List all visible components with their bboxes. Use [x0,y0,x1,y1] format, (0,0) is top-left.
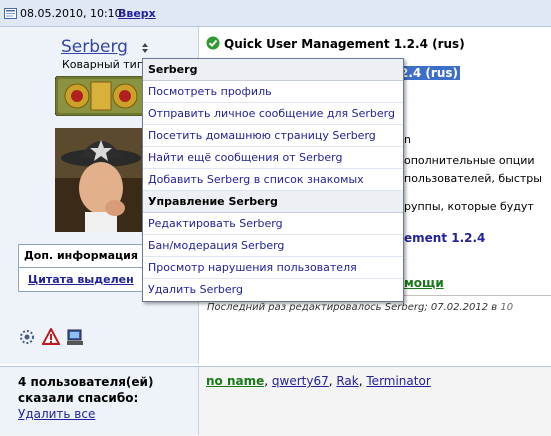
post-body-heading-link[interactable]: ement 1.2.4 [404,231,485,245]
warning-icon[interactable] [42,328,60,346]
menu-title: Serberg [143,59,403,81]
menu-item-send-message[interactable]: Отправить личное сообщение для Serberg [143,103,403,125]
user-dropdown-menu: Serberg Посмотреть профиль Отправить лич… [142,58,404,302]
username-link[interactable]: Serberg [61,37,128,57]
edited-text: Последний раз редактировалось Serberg; 0… [207,302,498,313]
thanks-user-link[interactable]: Terminator [366,374,430,388]
thanks-names: no name, qwerty67, Rak, Terminator [206,374,431,388]
computer-icon[interactable] [66,328,84,346]
thanks-count: 4 пользователя(ей) сказали спасибо: [18,375,154,405]
post-date: 08.05.2010, 10:10 [20,7,122,20]
user-title: Коварный тип [62,58,145,71]
post-icon [4,8,17,19]
dropdown-caret-icon[interactable] [141,42,149,54]
menu-item-edit-user[interactable]: Редактировать Serberg [143,213,403,235]
menu-item-find-posts[interactable]: Найти ещё сообщения от Serberg [143,147,403,169]
avatar-image [55,128,147,232]
thanks-user-link[interactable]: qwerty67 [272,374,329,388]
thanks-user-link[interactable]: Rak [336,374,358,388]
menu-item-add-contact[interactable]: Добавить Serberg в список знакомых [143,169,403,191]
quote-selected-link[interactable]: Цитата выделен [28,273,134,286]
additional-info-label[interactable]: Доп. информация [24,249,138,262]
post-body-line: пользователей, быстры [404,172,542,185]
menu-item-view-infractions[interactable]: Просмотр нарушения пользователя [143,257,403,279]
menu-item-visit-homepage[interactable]: Посетить домашнюю страницу Serberg [143,125,403,147]
post-body-line: ополнительные опции [404,154,535,167]
remove-all-link[interactable]: Удалить все [18,407,95,421]
check-icon [206,36,220,50]
post-body-line: руппы, которые будут [404,200,534,213]
post-body-line: n [404,133,411,146]
thanks-user-link[interactable]: no name [206,374,264,388]
post-title: Quick User Management 1.2.4 (rus) [224,37,465,51]
rank-badge [55,76,147,116]
edited-note: Последний раз редактировалось Serberg; 0… [207,302,513,313]
gear-tool-icon[interactable] [18,328,36,346]
edited-time: 10 [500,302,514,313]
menu-item-ban-user[interactable]: Бан/модерация Serberg [143,235,403,257]
top-link[interactable]: Вверх [118,7,156,20]
post-title-highlight: 2.4 (rus) [398,66,461,80]
help-link[interactable]: мощи [404,276,444,290]
menu-admin-title: Управление Serberg [143,191,403,213]
menu-item-delete-user[interactable]: Удалить Serberg [143,279,403,301]
menu-item-view-profile[interactable]: Посмотреть профиль [143,81,403,103]
